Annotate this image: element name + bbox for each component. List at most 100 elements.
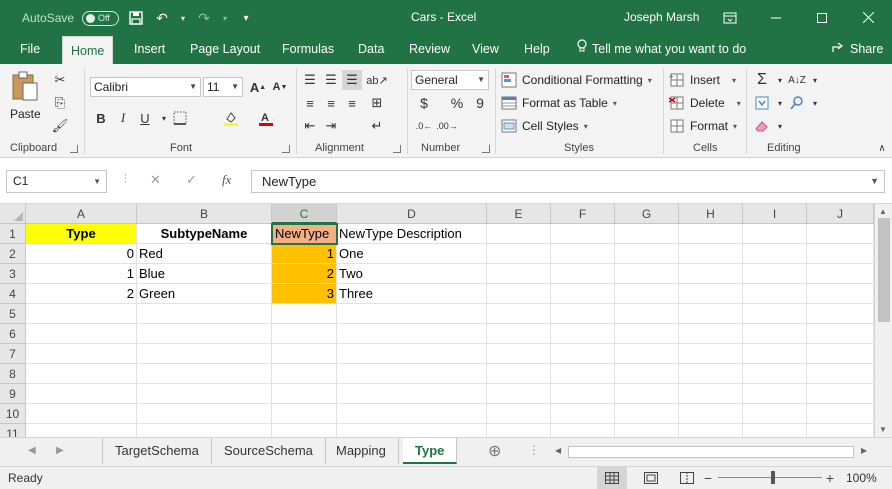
merge-center-icon[interactable]: ⊞ [367, 93, 387, 113]
grid-cell[interactable] [807, 404, 874, 424]
delete-cells-button[interactable]: Delete ▾ [668, 94, 741, 112]
italic-button[interactable]: I [113, 108, 133, 128]
zoom-slider-track[interactable] [718, 477, 822, 478]
increase-indent-icon[interactable]: ⇥ [321, 116, 341, 136]
grid-cell[interactable] [272, 344, 337, 364]
grid-cell[interactable] [551, 364, 615, 384]
currency-button[interactable]: $ [414, 93, 434, 113]
font-size-combo[interactable]: 11 ▼ [203, 77, 243, 97]
row-header-10[interactable]: 10 [0, 404, 26, 424]
grid-cell[interactable] [551, 344, 615, 364]
grid-cell[interactable] [272, 384, 337, 404]
grid-cell[interactable] [137, 304, 272, 324]
decrease-decimal-icon[interactable]: .00→ [436, 116, 458, 136]
grid-cell[interactable] [615, 384, 679, 404]
format-as-table-button[interactable]: Format as Table ▾ [500, 94, 617, 112]
number-launcher-icon[interactable] [482, 145, 490, 153]
redo-dropdown-icon[interactable]: ▾ [221, 9, 229, 27]
row-header-3[interactable]: 3 [0, 264, 26, 284]
minimize-icon[interactable] [753, 0, 799, 35]
column-header-d[interactable]: D [337, 204, 487, 224]
grid-cell[interactable] [551, 404, 615, 424]
increase-font-icon[interactable]: A ▲ [248, 77, 268, 97]
undo-dropdown-icon[interactable]: ▾ [179, 9, 187, 27]
cancel-entry-icon[interactable]: ✕ [150, 172, 161, 188]
grid-cell[interactable] [26, 364, 137, 384]
cell-styles-button[interactable]: Cell Styles ▾ [500, 117, 588, 135]
grid-cell[interactable] [551, 424, 615, 437]
cell-b1[interactable]: SubtypeName [137, 224, 272, 244]
cell-c1[interactable]: NewType [271, 223, 338, 245]
column-header-i[interactable]: I [743, 204, 807, 224]
font-name-combo[interactable]: Calibri ▼ [90, 77, 201, 97]
increase-decimal-icon[interactable]: .0← [414, 116, 434, 136]
tab-view[interactable]: View [464, 35, 507, 64]
horizontal-scroll-thumb[interactable] [568, 446, 854, 458]
collapse-ribbon-icon[interactable]: ∧ [872, 138, 892, 158]
comma-style-button[interactable]: 9 [470, 93, 490, 113]
row-header-5[interactable]: 5 [0, 304, 26, 324]
zoom-slider-knob[interactable] [771, 471, 775, 484]
grid-cell[interactable] [615, 404, 679, 424]
grid-cell[interactable] [337, 324, 487, 344]
grid-cell[interactable] [615, 364, 679, 384]
cell-c4[interactable]: 3 [272, 284, 337, 304]
grid-cell[interactable] [272, 324, 337, 344]
grid-cell[interactable] [26, 304, 137, 324]
grid-cell[interactable] [615, 324, 679, 344]
row-header-1[interactable]: 1 [0, 224, 26, 244]
normal-view-icon[interactable] [597, 467, 627, 489]
new-sheet-icon[interactable]: ⊕ [488, 441, 501, 461]
grid-cell[interactable] [137, 424, 272, 437]
ribbon-display-options-icon[interactable] [707, 0, 753, 35]
redo-icon[interactable]: ↷ [195, 9, 213, 27]
format-painter-icon[interactable]: 🖌 [50, 116, 70, 136]
align-center-icon[interactable]: ≡ [321, 93, 341, 113]
grid-cell[interactable] [743, 264, 807, 284]
insert-function-button[interactable]: fx [222, 172, 231, 188]
grid-cell[interactable] [26, 344, 137, 364]
grid-cell[interactable] [743, 284, 807, 304]
grid-cell[interactable] [807, 364, 874, 384]
tab-page-layout[interactable]: Page Layout [182, 35, 268, 64]
column-header-h[interactable]: H [679, 204, 743, 224]
copy-icon[interactable]: ⎘ [50, 93, 70, 113]
grid-cell[interactable] [551, 224, 615, 244]
grid-cell[interactable] [743, 224, 807, 244]
column-header-f[interactable]: F [551, 204, 615, 224]
row-header-4[interactable]: 4 [0, 284, 26, 304]
more-sheets-icon[interactable]: ⋮ [528, 443, 540, 457]
grid-cell[interactable] [807, 384, 874, 404]
sheet-tab-mapping[interactable]: Mapping [324, 438, 399, 464]
cell-b4[interactable]: Green [137, 284, 272, 304]
grid-cell[interactable] [679, 304, 743, 324]
clear-dropdown-icon[interactable]: ▾ [770, 116, 790, 136]
align-middle-icon[interactable]: ☰ [321, 70, 341, 90]
grid-cell[interactable] [272, 304, 337, 324]
row-header-6[interactable]: 6 [0, 324, 26, 344]
grid-cell[interactable] [551, 244, 615, 264]
grid-cell[interactable] [26, 324, 137, 344]
scroll-down-icon[interactable]: ▼ [879, 425, 887, 434]
grid-cell[interactable] [272, 424, 337, 437]
grid-cell[interactable] [807, 264, 874, 284]
grid-cell[interactable] [743, 244, 807, 264]
align-bottom-icon[interactable]: ☰ [342, 70, 362, 90]
format-cells-button[interactable]: Format ▾ [668, 117, 737, 135]
formula-input[interactable]: NewType ▼ [251, 170, 885, 193]
cell-a1[interactable]: Type [26, 224, 137, 244]
grid-cell[interactable] [807, 344, 874, 364]
maximize-icon[interactable] [799, 0, 845, 35]
grid-cell[interactable] [679, 224, 743, 244]
tell-me-search[interactable]: Tell me what you want to do [576, 35, 746, 64]
grid-cell[interactable] [137, 404, 272, 424]
find-select-icon[interactable] [787, 93, 807, 113]
grid-cell[interactable] [807, 244, 874, 264]
grid-cell[interactable] [551, 304, 615, 324]
grid-cell[interactable] [743, 424, 807, 437]
grid-cell[interactable] [551, 324, 615, 344]
cell-b2[interactable]: Red [137, 244, 272, 264]
next-sheet-icon[interactable]: ▶ [56, 445, 64, 456]
grid-cell[interactable] [743, 344, 807, 364]
borders-icon[interactable] [170, 108, 190, 128]
